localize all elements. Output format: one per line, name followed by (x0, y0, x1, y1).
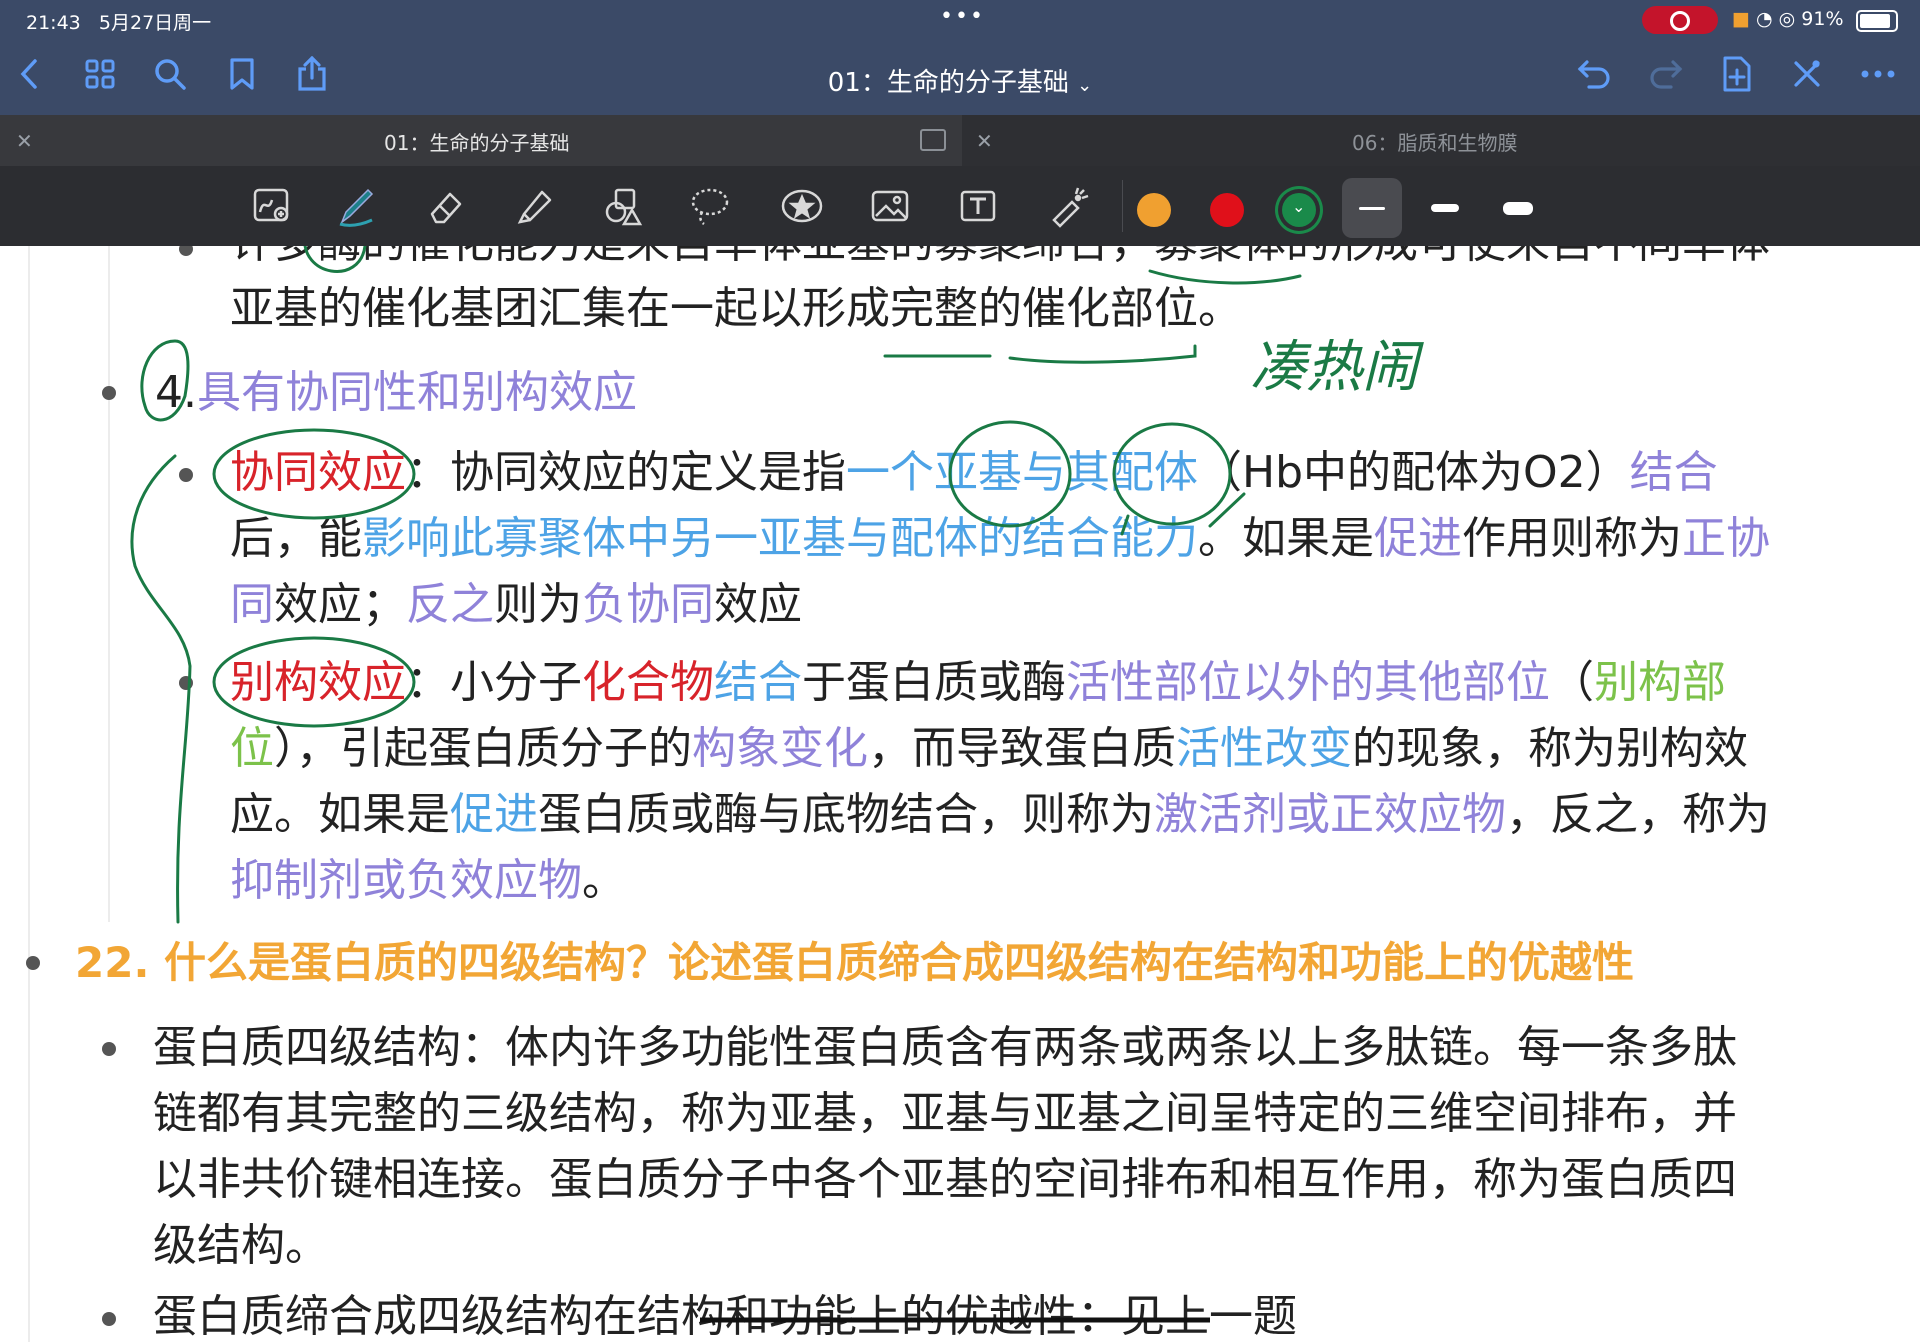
color-swatch-orange[interactable] (1137, 193, 1171, 227)
text-line: 级结构。 (153, 1220, 329, 1271)
text-line: 许多酶的催化能力是来自单体亚基的募聚缔合，募聚体的形成可使来自不同单体 (230, 246, 1770, 276)
close-drawing-icon[interactable] (1787, 54, 1827, 94)
tab-active[interactable]: ✕ 01：生命的分子基础 (0, 115, 962, 166)
laser-pointer-icon[interactable] (1040, 178, 1096, 234)
tab-label: 01：生命的分子基础 (384, 131, 570, 155)
text-line: 以非共价键相连接。蛋白质分子中各个亚基的空间排布和相互作用，称为蛋白质四 (153, 1154, 1737, 1205)
stroke-thick-button[interactable] (1488, 178, 1548, 238)
lasso-icon[interactable] (682, 178, 738, 234)
stroke-medium-button[interactable] (1415, 178, 1475, 238)
multitask-dots-icon[interactable]: ••• (940, 4, 985, 29)
bookmark-icon[interactable] (222, 54, 262, 94)
text-line: 蛋白质缔合成四级结构在结构和功能上的优越性：见上一题 (153, 1291, 1297, 1342)
image-icon[interactable] (862, 178, 918, 234)
back-icon[interactable] (10, 54, 50, 94)
grid-view-icon[interactable] (80, 54, 120, 94)
bullet (102, 1042, 116, 1056)
chevron-down-icon: ⌄ (1292, 197, 1306, 216)
text-line: 蛋白质四级结构：体内许多功能性蛋白质含有两条或两条以上多肽链。每一条多肽 (153, 1022, 1737, 1073)
pen-tool-icon[interactable] (328, 178, 384, 234)
bullet (179, 468, 193, 482)
tab-inactive[interactable]: ✕ 06：脂质和生物膜 (962, 115, 1920, 166)
coop-line-1: 协同效应：协同效应的定义是指一个亚基与其配体（Hb中的配体为O2）结合 (230, 447, 1718, 498)
stroke-thin-button[interactable] (1342, 178, 1402, 238)
allo-line-1: 别构效应：小分子化合物结合于蛋白质或酶活性部位以外的其他部位（别构部 (230, 657, 1726, 708)
text-line: 链都有其完整的三级结构，称为亚基，亚基与亚基之间呈特定的三维空间排布，并 (153, 1088, 1737, 1139)
outline-guide (28, 246, 30, 1342)
list-item-4: 4.具有协同性和别构效应 (155, 367, 637, 418)
allo-line-3: 应。如果是促进蛋白质或酶与底物结合，则称为激活剂或正效应物，反之，称为 (230, 789, 1770, 840)
share-icon[interactable] (292, 54, 332, 94)
close-tab-icon[interactable]: ✕ (976, 129, 993, 153)
color-swatch-green[interactable]: ⌄ (1282, 193, 1316, 227)
battery-icon (1856, 10, 1898, 32)
eraser-icon[interactable] (418, 178, 474, 234)
search-icon[interactable] (150, 54, 190, 94)
outline-guide (108, 246, 110, 922)
color-swatch-red[interactable] (1210, 193, 1244, 227)
status-time: 21:43 5月27日周一 (26, 12, 212, 34)
shapes-icon[interactable] (594, 178, 650, 234)
drawing-toolbar (0, 166, 1920, 246)
top-bar: 21:43 5月27日周一 ••• ■ ◔ ◎ 91% 01：生命的分子基础 ⌄ (0, 0, 1920, 115)
question-22-heading: 22. 什么是蛋白质的四级结构？论述蛋白质缔合成四级结构在结构和功能上的优越性 (75, 938, 1635, 987)
text-line: 亚基的催化基团汇集在一起以形成完整的催化部位。 (230, 283, 1242, 334)
more-icon[interactable] (1858, 54, 1898, 94)
text-box-icon[interactable] (950, 178, 1006, 234)
elements-sticker-icon[interactable] (774, 178, 830, 234)
bullet (102, 1312, 116, 1326)
coop-line-2: 后，能影响此寡聚体中另一亚基与配体的结合能力。如果是促进作用则称为正协 (230, 513, 1770, 564)
lasso-zoom-icon[interactable] (244, 178, 300, 234)
redo-icon[interactable] (1645, 54, 1685, 94)
handwritten-note: 凑热闹 (1250, 335, 1424, 400)
document-page[interactable]: 许多酶的催化能力是来自单体亚基的募聚缔合，募聚体的形成可使来自不同单体 亚基的催… (0, 246, 1920, 1342)
bullet (179, 246, 193, 256)
add-page-icon[interactable] (1717, 54, 1757, 94)
allo-line-4: 抑制剂或负效应物。 (230, 855, 626, 906)
undo-icon[interactable] (1575, 54, 1615, 94)
allo-line-2: 位），引起蛋白质分子的构象变化，而导致蛋白质活性改变的现象，称为别构效 (230, 723, 1748, 774)
screen-record-indicator[interactable] (1642, 6, 1718, 34)
split-view-icon[interactable] (920, 129, 946, 151)
highlighter-icon[interactable] (506, 178, 562, 234)
coop-line-3: 同效应；反之则为负协同效应 (230, 579, 802, 630)
bullet (179, 676, 193, 690)
document-title[interactable]: 01：生命的分子基础 ⌄ (760, 62, 1160, 99)
close-tab-icon[interactable]: ✕ (16, 129, 33, 153)
bullet (102, 386, 116, 400)
toolbar-divider (1122, 180, 1123, 232)
bullet (26, 956, 40, 970)
wifi-icon: ◔ (1756, 8, 1773, 30)
location-icon: ◎ (1778, 8, 1796, 30)
status-indicators: ■ ◔ ◎ 91% (1732, 8, 1844, 30)
tab-label: 06：脂质和生物膜 (1352, 131, 1518, 155)
tab-bar: ✕ 01：生命的分子基础 ✕ 06：脂质和生物膜 (0, 115, 1920, 166)
